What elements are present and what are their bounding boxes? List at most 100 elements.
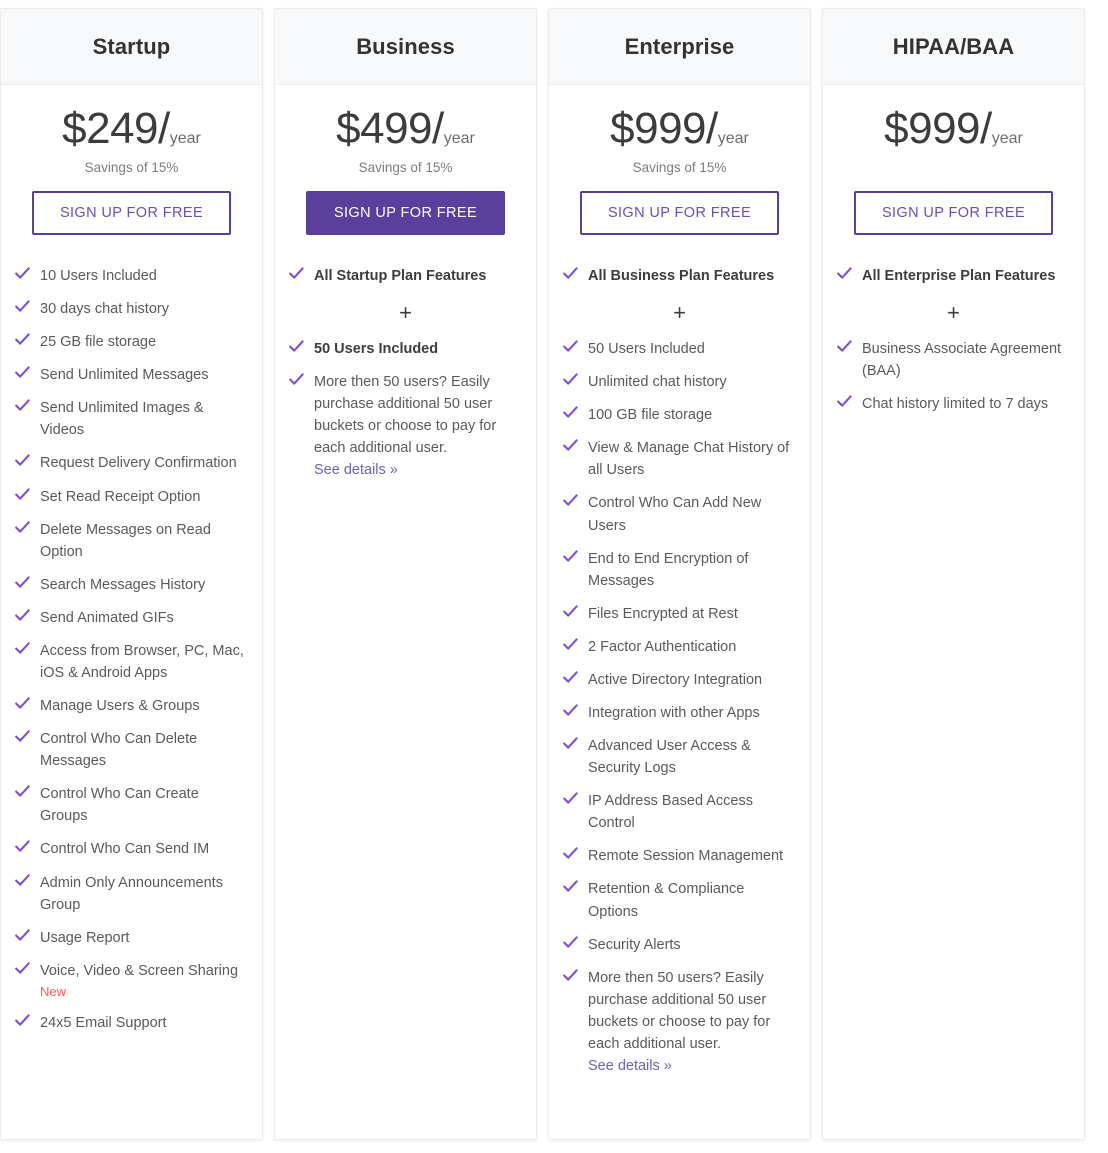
- check-icon: [289, 340, 304, 358]
- feature-item: Request Delivery Confirmation: [15, 452, 248, 474]
- feature-text: Control Who Can Add New Users: [588, 495, 762, 534]
- feature-text: Send Unlimited Messages: [40, 367, 209, 384]
- feature-item: View & Manage Chat History of all Users: [563, 437, 796, 481]
- see-details-link[interactable]: See details »: [314, 460, 522, 480]
- check-icon: [563, 792, 578, 810]
- sign-up-button[interactable]: SIGN UP FOR FREE: [580, 191, 779, 235]
- feature-text: View & Manage Chat History of all Users: [588, 440, 790, 479]
- check-icon: [563, 737, 578, 755]
- feature-list: All Enterprise Plan Features + Business As…: [823, 235, 1084, 1139]
- feature-item: Retention & Compliance Options: [563, 878, 796, 922]
- feature-text: Integration with other Apps: [588, 705, 760, 722]
- feature-item: 100 GB file storage: [563, 404, 796, 426]
- sign-up-button[interactable]: SIGN UP FOR FREE: [306, 191, 505, 235]
- plus-icon: +: [673, 300, 686, 326]
- feature-text: Control Who Can Delete Messages: [40, 731, 198, 770]
- feature-item: Advanced User Access & Security Logs: [563, 735, 796, 779]
- feature-text: More then 50 users? Easily purchase addi…: [588, 969, 771, 1052]
- check-icon: [563, 267, 578, 285]
- check-icon: [15, 487, 30, 506]
- feature-text: Retention & Compliance Options: [588, 881, 745, 920]
- feature-item: 2 Factor Authentication: [563, 636, 796, 658]
- feature-text: Advanced User Access & Security Logs: [588, 738, 751, 777]
- feature-item: 24x5 Email Support: [15, 1012, 248, 1034]
- check-icon: [15, 697, 30, 715]
- check-icon: [15, 962, 30, 980]
- feature-item: 50 Users Included: [563, 338, 796, 360]
- pricing-plans-grid: Startup $249/year Savings of 15% SIGN UP FO…: [0, 0, 1108, 1140]
- feature-list: All Startup Plan Features +50 Users Inclu…: [275, 235, 536, 1139]
- feature-text: 50 Users Included: [314, 341, 439, 358]
- feature-item: Security Alerts: [563, 934, 796, 956]
- feature-item: 10 Users Included: [15, 265, 248, 287]
- feature-item: Search Messages History: [15, 574, 248, 596]
- check-icon: [563, 494, 578, 512]
- feature-item: Voice, Video & Screen Sharing New: [15, 960, 248, 1001]
- feature-item: All Startup Plan Features: [289, 265, 522, 287]
- feature-item: End to End Encryption of Messages: [563, 548, 796, 592]
- feature-item: Unlimited chat history: [563, 371, 796, 393]
- feature-item: Send Unlimited Images & Videos: [15, 397, 248, 441]
- sign-up-button[interactable]: SIGN UP FOR FREE: [32, 191, 231, 235]
- sign-up-button[interactable]: SIGN UP FOR FREE: [854, 191, 1053, 235]
- check-icon: [563, 373, 578, 391]
- check-icon: [15, 730, 30, 748]
- price-period: year: [991, 130, 1023, 147]
- feature-text: Remote Session Management: [588, 848, 784, 865]
- plan-price-block: $999/year Savings of 15%: [549, 85, 810, 177]
- check-icon: [563, 549, 578, 568]
- cta-wrap: SIGN UP FOR FREE: [275, 177, 536, 235]
- check-icon: [15, 454, 30, 472]
- price-amount: $999/: [884, 104, 992, 153]
- feature-item: Active Directory Integration: [563, 669, 796, 691]
- feature-item: 30 days chat history: [15, 298, 248, 320]
- feature-text: Admin Only Announcements Group: [40, 874, 223, 913]
- price-row: $999/year: [833, 107, 1074, 151]
- feature-item: More then 50 users? Easily purchase addi…: [289, 371, 522, 480]
- feature-item: IP Address Based Access Control: [563, 790, 796, 834]
- check-icon: [15, 333, 30, 351]
- plan-price-block: $999/year: [823, 85, 1084, 177]
- feature-text: Files Encrypted at Rest: [588, 605, 738, 622]
- feature-text: Business Associate Agreement (BAA): [862, 341, 1062, 380]
- check-icon: [563, 935, 578, 954]
- check-icon: [15, 576, 30, 594]
- feature-item: Files Encrypted at Rest: [563, 603, 796, 625]
- check-icon: [15, 1014, 30, 1032]
- feature-text: Request Delivery Confirmation: [40, 455, 237, 472]
- feature-text: Usage Report: [40, 929, 130, 946]
- price-period: year: [717, 130, 749, 147]
- check-icon: [563, 638, 578, 656]
- plan-name: HIPAA/BAA: [892, 33, 1015, 59]
- plan-name: Enterprise: [624, 33, 735, 59]
- plan-card-business: Business $499/year Savings of 15% SIGN UP F…: [274, 8, 537, 1140]
- feature-text: 10 Users Included: [40, 268, 157, 284]
- feature-list: 10 Users Included 30 days chat history 25 …: [1, 235, 262, 1139]
- price-amount: $249/: [62, 104, 170, 153]
- feature-text: Send Unlimited Images & Videos: [40, 400, 204, 439]
- feature-text: All Enterprise Plan Features: [862, 268, 1056, 284]
- check-icon: [15, 785, 30, 803]
- plan-header: Startup: [1, 9, 262, 85]
- feature-item: Usage Report: [15, 927, 248, 949]
- feature-text: Unlimited chat history: [588, 374, 727, 391]
- feature-text: Voice, Video & Screen Sharing: [40, 962, 239, 979]
- plan-header: Enterprise: [549, 9, 810, 85]
- price-period: year: [169, 130, 201, 147]
- plan-price-block: $249/year Savings of 15%: [1, 85, 262, 177]
- check-icon: [15, 609, 30, 627]
- feature-text: 50 Users Included: [588, 341, 705, 358]
- feature-item: Control Who Can Send IM: [15, 838, 248, 860]
- feature-list: All Business Plan Features +50 Users Incl…: [549, 235, 810, 1139]
- feature-item: Delete Messages on Read Option: [15, 519, 248, 563]
- check-icon: [563, 340, 578, 358]
- feature-item: Control Who Can Create Groups: [15, 783, 248, 827]
- price-period: year: [443, 130, 475, 147]
- see-details-link[interactable]: See details »: [588, 1056, 796, 1076]
- feature-item: Chat history limited to 7 days: [837, 393, 1070, 415]
- check-icon: [15, 642, 30, 660]
- feature-text: 30 days chat history: [40, 301, 169, 318]
- price-amount: $999/: [610, 104, 718, 153]
- feature-item: Admin Only Announcements Group: [15, 872, 248, 916]
- feature-text: Search Messages History: [40, 576, 206, 593]
